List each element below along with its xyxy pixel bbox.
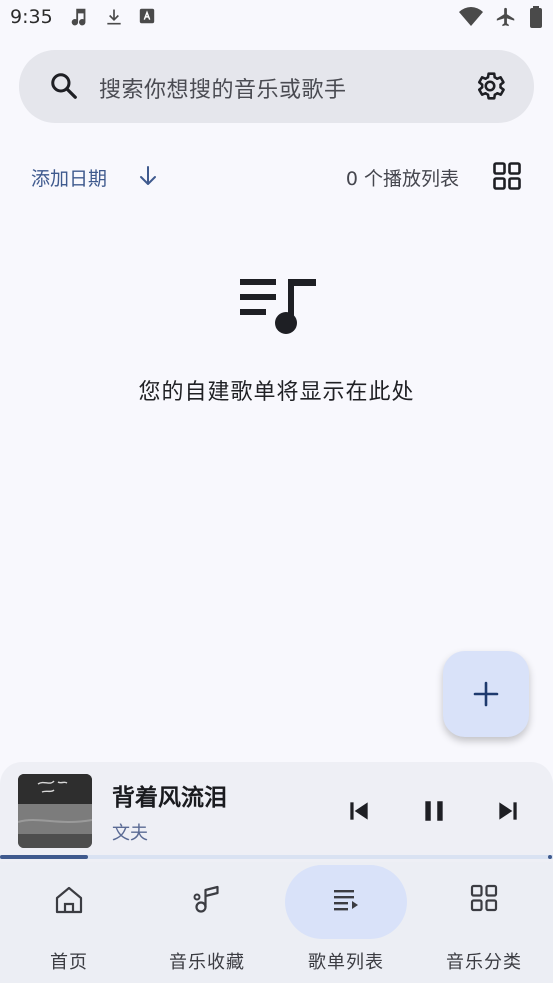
plus-icon <box>473 681 499 707</box>
progress-end-marker <box>548 855 552 859</box>
skip-next-icon[interactable] <box>495 798 521 828</box>
nav-label-home: 首页 <box>50 952 88 973</box>
playlist-music-icon <box>238 277 318 339</box>
nav-item-playlists[interactable]: 歌单列表 <box>277 862 415 983</box>
nav-label-favorites: 音乐收藏 <box>169 952 245 973</box>
grid-view-icon[interactable] <box>493 162 521 194</box>
category-grid-icon <box>470 884 498 916</box>
bottom-navigation: 首页 音乐收藏 歌单列表 音乐分类 <box>0 862 553 983</box>
wifi-icon <box>459 7 483 27</box>
gear-icon[interactable] <box>473 69 507 107</box>
status-time: 9:35 <box>10 6 53 28</box>
skip-previous-icon[interactable] <box>346 798 372 828</box>
status-bar: 9:35 <box>0 0 553 36</box>
music-note-icon <box>68 6 90 28</box>
album-art[interactable] <box>18 774 92 848</box>
track-title: 背着风流泪 <box>112 785 227 811</box>
battery-icon <box>529 6 543 28</box>
home-icon <box>53 884 85 920</box>
sort-by-button[interactable]: 添加日期 <box>31 164 107 191</box>
progress-fill <box>0 855 89 859</box>
search-bar[interactable]: 搜索你想搜的音乐或歌手 <box>19 50 534 123</box>
status-notification-icons <box>68 6 156 28</box>
arrow-down-icon[interactable] <box>138 165 158 191</box>
nav-label-playlists: 歌单列表 <box>308 952 384 973</box>
music-notes-icon <box>191 884 223 920</box>
download-icon <box>104 6 124 28</box>
pause-icon[interactable] <box>421 798 447 828</box>
nav-item-home[interactable]: 首页 <box>0 862 138 983</box>
now-playing-bar[interactable]: 背着风流泪 文夫 <box>0 762 553 862</box>
playlist-count: 0 个播放列表 <box>345 168 459 190</box>
add-playlist-button[interactable] <box>443 651 529 737</box>
playback-progress[interactable] <box>0 855 553 859</box>
nav-item-favorites[interactable]: 音乐收藏 <box>138 862 276 983</box>
playlist-icon <box>331 884 361 918</box>
nav-item-categories[interactable]: 音乐分类 <box>415 862 553 983</box>
text-a-icon <box>138 6 156 28</box>
empty-state-message: 您的自建歌单将显示在此处 <box>138 380 415 405</box>
search-icon[interactable] <box>49 71 79 105</box>
track-artist: 文夫 <box>112 823 148 844</box>
nav-label-categories: 音乐分类 <box>446 952 522 973</box>
status-system-icons <box>459 6 543 28</box>
airplane-icon <box>495 6 517 28</box>
search-input[interactable]: 搜索你想搜的音乐或歌手 <box>99 72 347 104</box>
